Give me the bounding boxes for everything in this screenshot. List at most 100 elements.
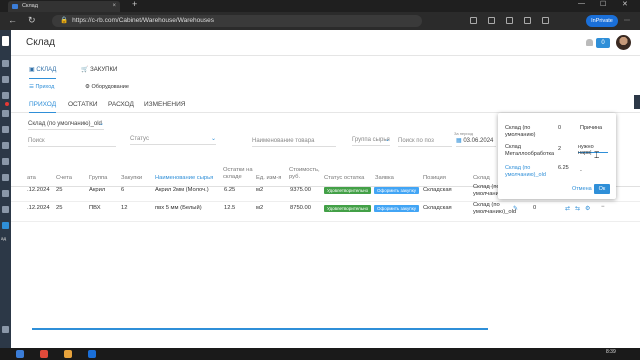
sidebar-item-warehouse-icon[interactable] — [2, 222, 9, 229]
cell-position: Складская — [423, 187, 452, 193]
cell-purchases: 6 — [121, 187, 125, 193]
tab-income[interactable]: ПРИХОД — [29, 101, 57, 113]
column-header-stock[interactable]: Остатки на складе — [223, 167, 255, 181]
minimize-button[interactable]: — — [578, 0, 585, 7]
ok-button[interactable]: Ок — [594, 184, 610, 194]
order-purchase-button[interactable]: Оформить закупку — [374, 187, 420, 194]
popup-qty: 6.25 — [558, 165, 569, 171]
column-header-position[interactable]: Позиция — [423, 175, 446, 182]
column-header-cost[interactable]: Стоимость, руб. — [289, 167, 325, 181]
user-avatar[interactable] — [616, 35, 631, 50]
sidebar-item-finance-icon[interactable] — [2, 158, 9, 165]
date-picker[interactable]: ▦ 03.06.2024 — [456, 137, 496, 147]
edit-icon[interactable]: ✎ — [513, 205, 518, 212]
column-header-date[interactable]: ата — [27, 175, 36, 182]
new-tab-button[interactable]: + — [132, 0, 137, 9]
horizontal-scrollbar[interactable] — [32, 328, 488, 330]
transfer-icon[interactable]: ⇆ — [575, 205, 580, 212]
remove-icon[interactable]: − — [601, 204, 605, 210]
notification-counter[interactable]: 0 — [596, 38, 610, 48]
sidebar-collapse-icon[interactable] — [2, 326, 9, 333]
maximize-button[interactable]: ☐ — [600, 0, 606, 8]
status-select[interactable]: Статус ⌄ — [130, 136, 216, 145]
warehouse-select[interactable]: Склад (по умолчанию)_old ⌄ — [28, 121, 104, 130]
bell-icon[interactable] — [586, 39, 593, 46]
os-taskbar: 8:39 — [0, 348, 640, 360]
chevron-down-icon: ⌄ — [384, 137, 390, 143]
popup-warehouse-link[interactable]: Склад (по умолчанию)_old — [505, 165, 551, 179]
tab-stock[interactable]: ОСТАТКИ — [68, 101, 98, 108]
start-icon[interactable] — [16, 350, 24, 358]
cell-warehouse: Склад (по умолчанию)_old — [473, 202, 517, 215]
position-search-input[interactable]: Поиск по поз — [398, 138, 452, 147]
subtab-income[interactable]: ☰ Приход — [29, 84, 54, 90]
browser-tab[interactable]: Склад × — [8, 1, 120, 12]
subtab-equipment[interactable]: ⚙ Оборудование — [85, 84, 129, 90]
tab-warehouse[interactable]: ▣ СКЛАД — [29, 66, 57, 79]
column-header-status[interactable]: Статус остатка — [324, 175, 364, 182]
operation-tabs: ПРИХОД ОСТАТКИ РАСХОД ИЗМЕНЕНИЯ — [11, 97, 640, 113]
reason-input[interactable]: нужно нарв| — [578, 144, 608, 156]
search-input[interactable]: Поиск — [28, 138, 116, 147]
cell-unit: м2 — [256, 187, 264, 193]
cell-cost: 9375.00 — [290, 187, 311, 193]
sidebar-item-clients-icon[interactable] — [2, 92, 9, 99]
chevron-down-icon: ⌄ — [98, 121, 104, 127]
sidebar-item-warehouse-label: ад — [1, 236, 7, 241]
sidebar-item-reports-icon[interactable] — [2, 174, 9, 181]
page-header: Склад 0 — [11, 30, 640, 56]
tab-purchases[interactable]: 🛒 ЗАКУПКИ — [81, 66, 117, 73]
taskbar-browser-icon[interactable] — [88, 350, 96, 358]
close-window-button[interactable]: ✕ — [622, 0, 628, 8]
sidebar-item-tasks-icon[interactable] — [2, 110, 9, 117]
order-purchase-button[interactable]: Оформить закупку — [374, 205, 420, 212]
address-bar[interactable]: 🔒 https://c-rb.com/Cabinet/Warehouse/Ware… — [52, 15, 422, 27]
taskbar-app-icon[interactable] — [64, 350, 72, 358]
reload-button[interactable]: ↻ — [28, 15, 36, 26]
date-period-label: За период — [454, 131, 474, 136]
cancel-button[interactable]: Отмена — [572, 186, 592, 192]
favorites-icon[interactable] — [470, 17, 477, 24]
cell-position: Складская — [423, 205, 452, 211]
popup-qty: 0 — [558, 125, 562, 131]
cell-material: пвх 5 мм (Белый) — [155, 205, 202, 211]
sidebar-item-orders-icon[interactable] — [2, 76, 9, 83]
cell-purchases: 12 — [121, 205, 128, 211]
tab-changes[interactable]: ИЗМЕНЕНИЯ — [144, 101, 185, 108]
cell-date: .12.2024 — [27, 205, 50, 211]
sidebar-item-calendar-icon[interactable] — [2, 126, 9, 133]
split-screen-icon[interactable] — [488, 17, 495, 24]
sidebar-item-production-icon[interactable] — [2, 190, 9, 197]
popup-note: - — [580, 168, 582, 174]
back-button[interactable]: ← — [8, 15, 17, 25]
column-header-request[interactable]: Заявка — [375, 175, 394, 182]
column-header-purchases[interactable]: Закупки — [121, 175, 142, 182]
product-name-input[interactable]: Наименование товара — [252, 138, 336, 147]
sidebar-item-docs-icon[interactable] — [2, 142, 9, 149]
tab-close-icon[interactable]: × — [112, 1, 116, 12]
tab-expense[interactable]: РАСХОД — [108, 101, 134, 108]
column-header-group[interactable]: Группа — [89, 175, 107, 182]
extensions-icon[interactable] — [524, 17, 531, 24]
column-header-invoice[interactable]: Счета — [56, 175, 72, 182]
sidebar-item-dashboard-icon[interactable] — [2, 60, 9, 67]
app-logo-icon[interactable] — [2, 36, 9, 46]
taskbar-app-icon[interactable] — [40, 350, 48, 358]
downloads-icon[interactable] — [542, 17, 549, 24]
material-group-select[interactable]: Группа сырья ⌄ — [352, 137, 390, 146]
column-header-unit[interactable]: Ед. изм-я — [256, 175, 281, 182]
column-header-warehouse[interactable]: Склад — [473, 175, 490, 182]
side-panel-toggle[interactable] — [634, 95, 640, 109]
inprivate-button[interactable]: InPrivate — [586, 15, 618, 27]
move-icon[interactable]: ⇄ — [565, 205, 570, 212]
sidebar-item-staff-icon[interactable] — [2, 206, 9, 213]
more-menu-icon[interactable]: ⋯ — [624, 17, 631, 24]
status-badge: Удовлетворительно — [324, 187, 372, 194]
app-sidebar: ад — [0, 30, 11, 348]
collections-icon[interactable] — [506, 17, 513, 24]
cell-unit: м2 — [256, 205, 264, 211]
column-header-material[interactable]: Наименование сырья — [155, 175, 213, 182]
settings-icon[interactable]: ⚙ — [585, 205, 590, 212]
cell-group: Акрил — [89, 187, 106, 193]
table-row[interactable]: .12.2024 25 ПВХ 12 пвх 5 мм (Белый) 12.5… — [11, 202, 640, 222]
